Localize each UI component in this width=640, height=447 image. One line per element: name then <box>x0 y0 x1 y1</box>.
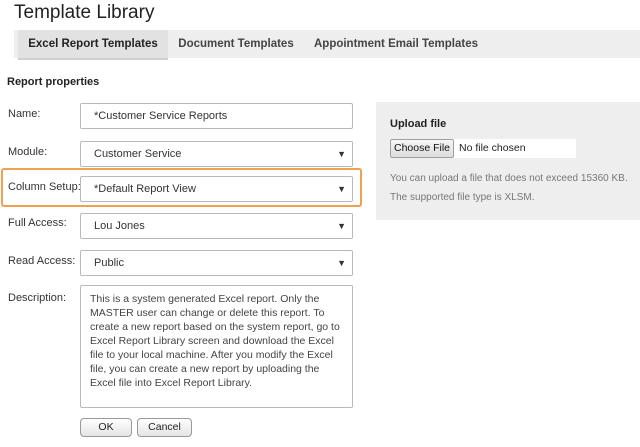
full-access-select[interactable]: Lou Jones ▼ <box>80 213 353 239</box>
read-access-select[interactable]: Public ▼ <box>80 250 353 276</box>
full-access-label: Full Access: <box>8 217 67 229</box>
description-label: Description: <box>8 292 67 304</box>
description-textarea[interactable]: This is a system generated Excel report.… <box>80 285 353 408</box>
chevron-down-icon: ▼ <box>337 221 346 231</box>
upload-panel: Upload file Choose File No file chosen Y… <box>376 102 640 220</box>
tab-appointment-email-templates[interactable]: Appointment Email Templates <box>306 30 486 58</box>
module-value: Customer Service <box>94 148 182 160</box>
module-label: Module: <box>8 146 48 158</box>
column-setup-label: Column Setup: <box>8 181 81 193</box>
column-setup-value: *Default Report View <box>94 183 196 195</box>
page-title: Template Library <box>14 2 155 23</box>
name-label: Name: <box>8 108 41 120</box>
upload-size-note: You can upload a file that does not exce… <box>390 173 628 184</box>
full-access-value: Lou Jones <box>94 220 145 232</box>
name-input[interactable]: *Customer Service Reports <box>80 103 353 129</box>
chevron-down-icon: ▼ <box>337 258 346 268</box>
section-title: Report properties <box>7 76 100 88</box>
upload-title: Upload file <box>390 118 447 130</box>
read-access-value: Public <box>94 257 124 269</box>
module-select[interactable]: Customer Service ▼ <box>80 141 353 167</box>
cancel-button[interactable]: Cancel <box>137 418 192 437</box>
upload-type-note: The supported file type is XLSM. <box>390 192 535 203</box>
chevron-down-icon: ▼ <box>337 184 346 194</box>
read-access-label: Read Access: <box>8 255 76 267</box>
column-setup-select[interactable]: *Default Report View ▼ <box>80 176 353 202</box>
tab-document-templates[interactable]: Document Templates <box>172 30 300 58</box>
file-input[interactable]: Choose File No file chosen <box>390 139 576 158</box>
choose-file-button[interactable]: Choose File <box>390 139 454 158</box>
file-status: No file chosen <box>459 142 526 154</box>
chevron-down-icon: ▼ <box>337 149 346 159</box>
description-value: This is a system generated Excel report.… <box>90 293 340 389</box>
name-value: *Customer Service Reports <box>94 110 228 122</box>
tab-excel-report-templates[interactable]: Excel Report Templates <box>18 30 168 60</box>
ok-button[interactable]: OK <box>80 418 132 437</box>
